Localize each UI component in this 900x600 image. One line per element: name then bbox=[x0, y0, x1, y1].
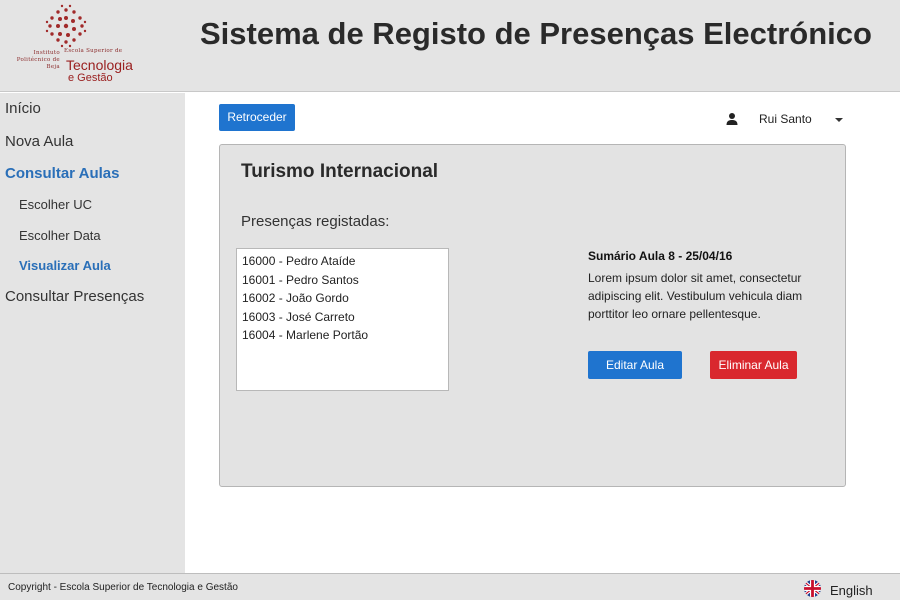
main-content: Retroceder Rui Santo Turismo Internacion… bbox=[185, 93, 900, 573]
list-item[interactable]: 16000 - Pedro Ataíde bbox=[242, 252, 443, 271]
sidebar-item-nova-aula[interactable]: Nova Aula bbox=[5, 133, 73, 150]
logo-emblem-icon bbox=[45, 4, 87, 48]
list-item[interactable]: 16002 - João Gordo bbox=[242, 289, 443, 308]
logo-gestao-text: e Gestão bbox=[68, 72, 113, 84]
uk-flag-icon bbox=[804, 580, 821, 597]
list-item[interactable]: 16001 - Pedro Santos bbox=[242, 271, 443, 290]
presences-list[interactable]: 16000 - Pedro Ataíde 16001 - Pedro Santo… bbox=[236, 248, 449, 391]
course-title: Turismo Internacional bbox=[241, 161, 439, 182]
presences-label: Presenças registadas: bbox=[241, 213, 390, 230]
person-icon bbox=[726, 113, 738, 125]
sidebar-item-visualizar-aula[interactable]: Visualizar Aula bbox=[19, 258, 111, 273]
list-item[interactable]: 16003 - José Carreto bbox=[242, 308, 443, 327]
school-logo[interactable]: Instituto Politécnico de Beja Escola Sup… bbox=[8, 4, 133, 86]
sidebar-item-escolher-data[interactable]: Escolher Data bbox=[19, 228, 101, 243]
sidebar-item-inicio[interactable]: Início bbox=[5, 100, 41, 117]
summary-title: Sumário Aula 8 - 25/04/16 bbox=[588, 249, 733, 263]
sidebar-item-consultar-presencas[interactable]: Consultar Presenças bbox=[5, 288, 144, 305]
logo-tecnologia-text: Tecnologia bbox=[66, 57, 133, 73]
language-label: English bbox=[830, 583, 873, 598]
sidebar: Início Nova Aula Consultar Aulas Escolhe… bbox=[0, 93, 185, 573]
list-item[interactable]: 16004 - Marlene Portão bbox=[242, 326, 443, 345]
header: Instituto Politécnico de Beja Escola Sup… bbox=[0, 0, 900, 92]
footer: Copyright - Escola Superior de Tecnologi… bbox=[0, 573, 900, 600]
summary-text: Lorem ipsum dolor sit amet, consectetur … bbox=[588, 271, 803, 321]
logo-institute-text: Instituto Politécnico de Beja bbox=[16, 50, 60, 70]
user-name: Rui Santo bbox=[759, 112, 812, 126]
copyright-text: Copyright - Escola Superior de Tecnologi… bbox=[8, 582, 238, 593]
sidebar-item-consultar-aulas[interactable]: Consultar Aulas bbox=[5, 165, 119, 182]
delete-class-button[interactable]: Eliminar Aula bbox=[710, 351, 797, 379]
page-title: Sistema de Registo de Presenças Electrón… bbox=[200, 16, 872, 51]
sidebar-item-escolher-uc[interactable]: Escolher UC bbox=[19, 197, 92, 212]
class-detail-card: Turismo Internacional Presenças registad… bbox=[219, 144, 846, 487]
logo-school-text: Escola Superior de bbox=[64, 48, 123, 54]
chevron-down-icon[interactable] bbox=[835, 118, 843, 122]
back-button[interactable]: Retroceder bbox=[219, 104, 295, 131]
edit-class-button[interactable]: Editar Aula bbox=[588, 351, 682, 379]
